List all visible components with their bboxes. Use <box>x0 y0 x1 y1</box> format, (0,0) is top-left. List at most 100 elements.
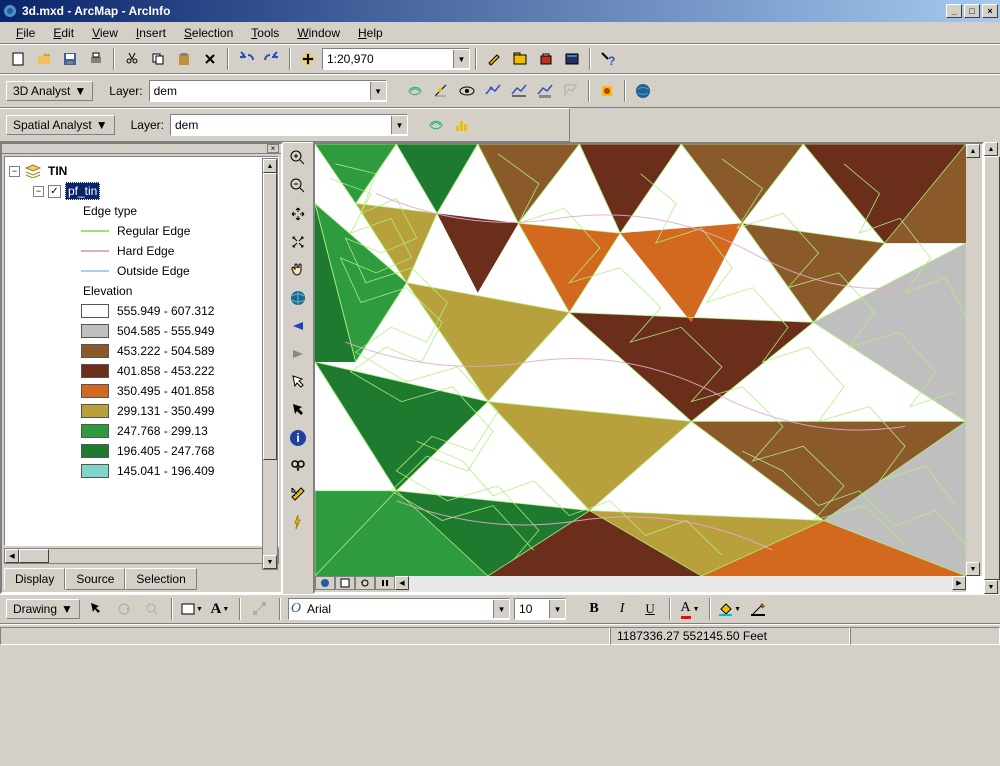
select-features-tool[interactable] <box>287 371 309 393</box>
zoom-out-tool[interactable] <box>287 175 309 197</box>
interpolate-line-tool[interactable] <box>507 79 531 103</box>
open-button[interactable] <box>32 47 56 71</box>
zoom-in-tool[interactable] <box>287 147 309 169</box>
scroll-down-button[interactable]: ▼ <box>966 562 980 576</box>
arccatalog-button[interactable] <box>508 47 532 71</box>
pan-tool[interactable] <box>287 259 309 281</box>
save-button[interactable] <box>58 47 82 71</box>
interpolate-point-tool[interactable] <box>481 79 505 103</box>
3d-scene-button[interactable] <box>595 79 619 103</box>
spatial-analyst-menu[interactable]: Spatial Analyst ▼ <box>6 115 115 135</box>
scroll-left-button[interactable]: ◀ <box>395 576 409 590</box>
layer-checkbox[interactable]: ✓ <box>48 185 61 198</box>
font-color-button[interactable]: A▼ <box>678 597 702 621</box>
map-vertical-scrollbar[interactable]: ▲ ▼ <box>966 144 982 576</box>
legend-class-row[interactable]: 247.768 - 299.13 <box>9 421 274 441</box>
layer-combo-sa[interactable]: ▼ <box>170 114 408 136</box>
scroll-thumb[interactable] <box>984 156 1000 580</box>
map-view[interactable]: ▲ ▼ ◀ ▶ <box>313 142 984 594</box>
drawing-menu[interactable]: Drawing ▼ <box>6 599 80 619</box>
dropdown-icon[interactable]: ▼ <box>391 116 407 134</box>
new-button[interactable] <box>6 47 30 71</box>
back-button[interactable] <box>287 315 309 337</box>
find-tool[interactable] <box>287 455 309 477</box>
close-button[interactable]: × <box>982 4 998 18</box>
identify-tool[interactable]: i <box>287 427 309 449</box>
outer-vertical-scrollbar[interactable]: ▲ ▼ <box>984 142 1000 594</box>
layout-view-tab[interactable] <box>335 576 355 590</box>
measure-tool[interactable] <box>287 483 309 505</box>
font-size-combo[interactable]: ▼ <box>514 598 566 620</box>
redo-button[interactable] <box>260 47 284 71</box>
menu-help[interactable]: Help <box>350 24 391 42</box>
collapse-icon[interactable]: − <box>9 166 20 177</box>
menu-insert[interactable]: Insert <box>128 24 174 42</box>
legend-class-row[interactable]: 555.949 - 607.312 <box>9 301 274 321</box>
legend-class-row[interactable]: 350.495 - 401.858 <box>9 381 274 401</box>
scale-combo[interactable]: ▼ <box>322 48 470 70</box>
data-frame-label[interactable]: TIN <box>46 163 69 179</box>
scroll-right-button[interactable]: ▶ <box>952 576 966 590</box>
refresh-button[interactable] <box>355 576 375 590</box>
command-line-button[interactable] <box>560 47 584 71</box>
toc-tree[interactable]: − TIN − ✓ pf_tin Edge type Regular EdgeH… <box>4 156 279 546</box>
scroll-left-button[interactable]: ◀ <box>5 549 19 563</box>
legend-class-row[interactable]: 504.585 - 555.949 <box>9 321 274 341</box>
scale-dropdown-icon[interactable]: ▼ <box>453 50 469 68</box>
italic-button[interactable]: I <box>610 597 634 621</box>
legend-edge-row[interactable]: Outside Edge <box>9 261 274 281</box>
help-button[interactable]: ? <box>596 47 620 71</box>
scroll-thumb[interactable] <box>263 173 277 460</box>
layer-combo-3d[interactable]: ▼ <box>149 80 387 102</box>
contour-tool-sa[interactable] <box>424 113 448 137</box>
rectangle-tool[interactable]: ▼ <box>180 597 204 621</box>
paste-button[interactable] <box>172 47 196 71</box>
toc-vertical-scrollbar[interactable]: ▲ ▼ <box>262 158 278 570</box>
menu-tools[interactable]: Tools <box>243 24 287 42</box>
arcscene-button[interactable] <box>631 79 655 103</box>
scroll-up-button[interactable]: ▲ <box>263 159 277 173</box>
toc-close-button[interactable]: × <box>267 144 279 153</box>
maximize-button[interactable]: □ <box>964 4 980 18</box>
fill-color-button[interactable]: ▼ <box>718 597 742 621</box>
scroll-up-button[interactable]: ▲ <box>966 144 980 158</box>
layer-input-3d[interactable] <box>150 82 370 100</box>
font-combo[interactable]: O ▼ <box>288 598 510 620</box>
text-tool[interactable]: A▼ <box>208 597 232 621</box>
scroll-up-button[interactable]: ▲ <box>984 142 998 156</box>
line-of-sight-tool[interactable]: ▾ <box>455 79 479 103</box>
dropdown-icon[interactable]: ▼ <box>549 600 565 618</box>
dropdown-icon[interactable]: ▼ <box>370 82 386 100</box>
dropdown-icon[interactable]: ▼ <box>493 600 509 618</box>
editor-toolbar-button[interactable] <box>482 47 506 71</box>
fixed-zoom-in-tool[interactable] <box>287 203 309 225</box>
select-elements-tool[interactable] <box>84 597 108 621</box>
toc-horizontal-scrollbar[interactable]: ◀ ▶ <box>4 548 279 564</box>
fixed-zoom-out-tool[interactable] <box>287 231 309 253</box>
layer-label[interactable]: pf_tin <box>65 182 100 200</box>
layer-input-sa[interactable] <box>171 116 391 134</box>
menu-file[interactable]: File <box>8 24 43 42</box>
add-data-button[interactable] <box>296 47 320 71</box>
hyperlink-tool[interactable] <box>287 511 309 533</box>
font-size-input[interactable] <box>515 600 549 618</box>
scroll-thumb[interactable] <box>19 549 49 563</box>
print-button[interactable] <box>84 47 108 71</box>
menu-edit[interactable]: Edit <box>45 24 82 42</box>
slope-tool[interactable] <box>429 79 453 103</box>
map-canvas[interactable] <box>315 144 966 576</box>
menu-selection[interactable]: Selection <box>176 24 241 42</box>
scroll-down-button[interactable]: ▼ <box>984 580 998 594</box>
scale-input[interactable] <box>323 50 453 68</box>
tab-selection[interactable]: Selection <box>125 568 196 590</box>
legend-edge-row[interactable]: Hard Edge <box>9 241 274 261</box>
underline-button[interactable]: U <box>638 597 662 621</box>
undo-button[interactable] <box>234 47 258 71</box>
scroll-down-button[interactable]: ▼ <box>263 555 277 569</box>
legend-class-row[interactable]: 453.222 - 504.589 <box>9 341 274 361</box>
interpolate-polygon-tool[interactable] <box>533 79 557 103</box>
legend-class-row[interactable]: 196.405 - 247.768 <box>9 441 274 461</box>
menu-window[interactable]: Window <box>289 24 348 42</box>
arctoolbox-button[interactable] <box>534 47 558 71</box>
tab-display[interactable]: Display <box>4 568 65 590</box>
